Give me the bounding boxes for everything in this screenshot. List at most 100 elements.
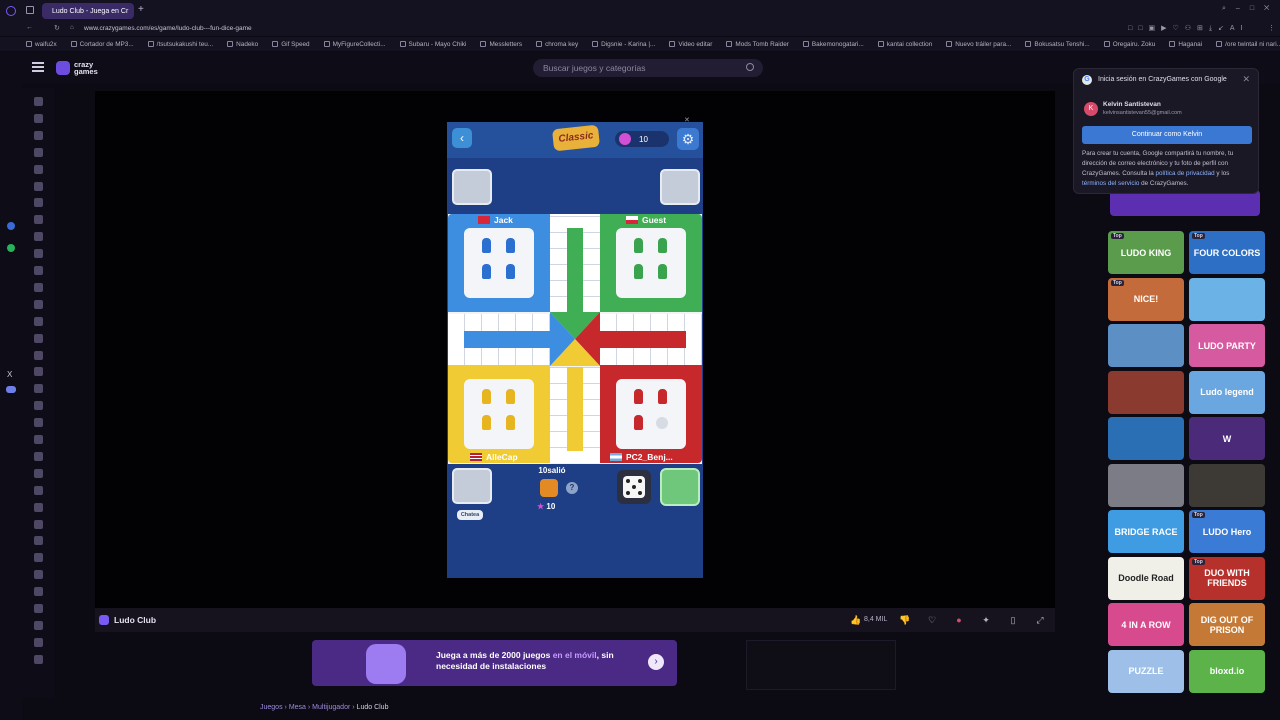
game-thumbnail[interactable]: LUDO PARTY — [1189, 324, 1265, 367]
bookmark-item[interactable]: MyFigureCollecti... — [323, 41, 386, 48]
breadcrumb-item[interactable]: Multijugador — [312, 704, 350, 711]
boost-lightning-icon[interactable] — [540, 479, 558, 497]
mahjong-icon[interactable] — [34, 502, 43, 512]
messenger-icon[interactable] — [7, 222, 15, 230]
bookmark-item[interactable]: Bakemonogatari... — [802, 41, 864, 48]
blue-pawn-icon[interactable] — [482, 264, 491, 279]
bookmark-item[interactable]: Video editar — [669, 41, 712, 48]
sports-icon[interactable] — [34, 604, 43, 613]
bookmark-item[interactable]: Cortador de MP3... — [70, 41, 134, 48]
originals-icon[interactable] — [34, 181, 43, 191]
ludo-game-canvas[interactable]: ‹ Classic 10 ⚙ Jack Guest AlleCap PC2_Be… — [447, 122, 703, 578]
privacy-policy-link[interactable]: política de privacidad — [1156, 170, 1215, 177]
hamburger-menu-icon[interactable] — [32, 62, 44, 72]
game-back-button[interactable]: ‹ — [452, 128, 472, 148]
game-thumbnail[interactable] — [1189, 277, 1265, 321]
basketball-icon[interactable] — [34, 266, 43, 275]
reload-icon[interactable]: ↻ — [54, 24, 60, 32]
minecraft-icon[interactable] — [34, 519, 43, 529]
continue-as-button[interactable]: Continuar como Kelvin — [1082, 126, 1252, 144]
share-icon[interactable]: ✦ — [981, 615, 991, 625]
game-thumbnail[interactable]: Top LUDO Hero — [1189, 510, 1265, 553]
bookmark-item[interactable]: Oregairu. Zoku — [1103, 41, 1155, 48]
bookmark-item[interactable]: Haganai — [1169, 41, 1202, 48]
mobile-icon[interactable]: ▯ — [1008, 615, 1018, 625]
terms-of-service-link[interactable]: términos del servicio — [1082, 180, 1139, 187]
bookmark-item[interactable]: Mods Tomb Raider — [726, 41, 789, 48]
blue-pawn-icon[interactable] — [506, 264, 515, 279]
shooting-icon[interactable] — [34, 570, 43, 580]
driving-icon[interactable] — [34, 401, 43, 411]
updated-icon[interactable] — [34, 164, 43, 174]
game-thumbnail[interactable] — [1108, 324, 1184, 367]
close-icon[interactable]: ✕ — [1242, 74, 1250, 85]
bookmark-item[interactable]: Subaru - Mayo Chiki — [399, 41, 466, 48]
bookmark-item[interactable]: Digsnie - Karina |... — [592, 41, 655, 48]
player-avatar-self[interactable] — [452, 468, 492, 504]
discord-icon[interactable] — [6, 386, 16, 393]
yellow-pawn-icon[interactable] — [482, 415, 491, 430]
blue-pawn-icon[interactable] — [506, 238, 515, 253]
green-player-turn-indicator[interactable] — [660, 468, 700, 506]
browser-menu-icon[interactable]: ⋮ — [1268, 24, 1275, 32]
casual-icon[interactable] — [34, 350, 43, 360]
tab-ludo-club[interactable]: Ludo Club - Juega en Cr — [42, 3, 134, 19]
back-arrow-icon[interactable]: ← — [26, 24, 33, 31]
bookmark-item[interactable]: /tsutsukakushi teu... — [147, 41, 213, 48]
fullscreen-icon[interactable]: ⤢ — [1035, 615, 1045, 625]
clicker-icon[interactable] — [34, 367, 43, 377]
player-avatar-guest[interactable] — [660, 169, 700, 205]
thumbs-down-icon[interactable]: 👎 — [899, 615, 910, 625]
game-thumbnail[interactable]: DIG OUT OF PRISON — [1189, 603, 1265, 646]
pool-icon[interactable] — [34, 536, 43, 546]
thumbs-up-icon[interactable]: 👍 — [850, 615, 861, 625]
puzzle-icon[interactable] — [34, 553, 43, 563]
breadcrumb-item[interactable]: Mesa — [289, 704, 306, 711]
bookmark-item[interactable]: kantai collection — [877, 41, 932, 48]
crazygames-logo[interactable]: crazy games — [56, 59, 106, 77]
red-pawn-icon[interactable] — [634, 389, 643, 404]
home-icon[interactable]: ⌂ — [70, 24, 74, 31]
red-pawn-icon[interactable] — [634, 415, 643, 430]
home-icon[interactable] — [34, 97, 43, 106]
fps-icon[interactable] — [34, 451, 43, 461]
x-twitter-icon[interactable]: X — [7, 370, 12, 379]
blue-pawn-icon[interactable] — [482, 238, 491, 253]
tab-actions-icon[interactable] — [26, 6, 34, 14]
game-thumbnail[interactable]: W — [1189, 417, 1265, 460]
game-thumbnail[interactable]: Top LUDO KING — [1108, 231, 1184, 274]
game-thumbnail[interactable]: Doodle Road — [1108, 556, 1184, 600]
multiplayer-icon[interactable] — [34, 198, 43, 208]
tower-defense-icon[interactable] — [34, 637, 43, 647]
arrow-right-icon[interactable]: › — [648, 654, 664, 670]
card-icon[interactable] — [34, 333, 43, 343]
yellow-pawn-icon[interactable] — [506, 389, 515, 404]
game-thumbnail[interactable]: Top FOUR COLORS — [1189, 231, 1265, 274]
bookmark-item[interactable]: Gif Speed — [272, 41, 310, 48]
game-settings-gear-icon[interactable]: ⚙ — [677, 128, 699, 150]
green-pawn-icon[interactable] — [634, 264, 643, 279]
new-icon[interactable] — [34, 130, 43, 140]
green-pawn-icon[interactable] — [658, 238, 667, 253]
game-thumbnail[interactable] — [1189, 463, 1265, 507]
url-field[interactable]: www.crazygames.com/es/game/ludo-club---f… — [84, 25, 252, 32]
action-icon[interactable] — [34, 232, 43, 242]
bookmark-item[interactable]: Nuevo tráiler para... — [946, 41, 1011, 48]
toolbar-extension-icons[interactable]: □□▣▶♡⚇⊞⤓↙AI — [1128, 24, 1248, 33]
game-thumbnail[interactable] — [1108, 370, 1184, 414]
bookmark-item[interactable]: Nadeko — [227, 41, 258, 48]
io-icon[interactable] — [34, 485, 43, 495]
tag-icon[interactable] — [34, 654, 43, 664]
player-avatar-jack[interactable] — [452, 169, 492, 205]
trending-icon[interactable] — [34, 147, 43, 157]
bike-icon[interactable] — [34, 299, 43, 309]
window-controls[interactable]: ⌕–□✕ — [1222, 5, 1279, 13]
horror-icon[interactable] — [34, 468, 43, 478]
bookmark-item[interactable]: chroma key — [536, 41, 578, 48]
controller-icon[interactable] — [34, 384, 43, 394]
game-thumbnail[interactable]: Ludo legend — [1189, 370, 1265, 414]
two-player-icon[interactable] — [34, 215, 43, 225]
browser-logo-icon[interactable] — [6, 6, 16, 16]
escape-icon[interactable] — [34, 418, 43, 428]
whatsapp-icon[interactable] — [7, 244, 15, 252]
